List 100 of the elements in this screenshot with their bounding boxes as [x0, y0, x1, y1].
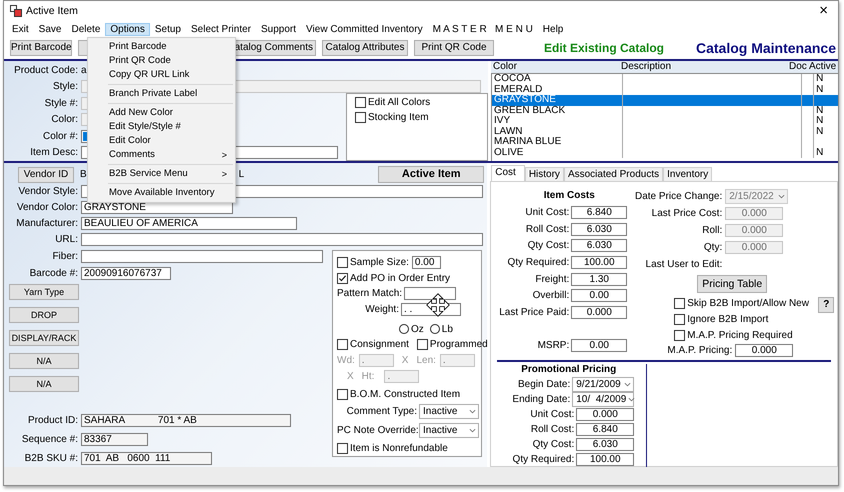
tab[interactable]: History	[524, 167, 564, 181]
side-button[interactable]: N/A	[9, 376, 79, 392]
menu-item[interactable]: Options	[105, 22, 150, 36]
vendor-id-button[interactable]: Vendor ID	[18, 166, 74, 183]
close-button[interactable]: ×	[815, 4, 832, 18]
menu-item[interactable]: Print QR Code	[88, 54, 235, 68]
side-button[interactable]: Yarn Type	[9, 284, 79, 300]
cost-field[interactable]: 0.000	[571, 306, 628, 319]
menu-item[interactable]: Add New Color	[88, 106, 235, 120]
dropdown[interactable]: Inactive	[419, 404, 479, 420]
checkbox[interactable]	[355, 97, 366, 108]
menu-item[interactable]: Edit Color	[88, 134, 235, 148]
pricing-table-button[interactable]: Pricing Table	[697, 275, 768, 293]
side-button[interactable]: DROP	[9, 306, 79, 323]
tab[interactable]: Cost	[491, 165, 525, 181]
menu-item[interactable]: Save	[34, 22, 66, 36]
text-field[interactable]: BEAULIEU OF AMERICA	[81, 217, 297, 230]
text-field[interactable]: 20090916076737	[81, 266, 171, 280]
field-label: Weight:	[364, 304, 399, 316]
radio-button[interactable]	[399, 324, 409, 334]
column-header: Color	[492, 61, 518, 73]
field-label: Date Price Change:	[634, 191, 722, 202]
menu-item[interactable]: Setup	[150, 22, 186, 36]
sample-size-field[interactable]: 0.00	[412, 256, 441, 270]
menu-item[interactable]: Exit	[7, 22, 34, 36]
list-row[interactable]: IVY N	[492, 116, 838, 126]
field-label: Roll Cost:	[526, 224, 570, 235]
vendor-id-value: B	[80, 169, 87, 180]
cost-field[interactable]: 0.000	[576, 408, 634, 420]
menu-item[interactable]: Delete	[66, 22, 106, 36]
checkbox[interactable]	[674, 314, 686, 325]
menu-item[interactable]: Print Barcode	[88, 40, 235, 54]
dropdown[interactable]: 10/ 4/2009	[572, 392, 634, 406]
field-label: Product Code:	[13, 64, 78, 76]
toolbar-button[interactable]: Catalog Attributes	[322, 40, 408, 56]
checkbox[interactable]	[674, 330, 686, 341]
map-pricing-field[interactable]: 0.000	[735, 344, 794, 357]
tab[interactable]: Associated Products	[564, 167, 664, 181]
cost-field[interactable]: 6.840	[571, 206, 628, 219]
checkbox[interactable]	[337, 389, 348, 400]
checkbox[interactable]	[337, 257, 348, 268]
cost-field[interactable]: 6.030	[571, 239, 628, 252]
cost-field[interactable]: 6.030	[571, 222, 628, 236]
checkbox[interactable]	[355, 112, 366, 123]
pattern-match-field[interactable]	[404, 287, 456, 300]
cost-field[interactable]: 1.30	[571, 272, 628, 286]
menu-item[interactable]: Support	[256, 22, 302, 36]
active-item-button[interactable]: Active Item	[378, 166, 484, 184]
section-title: Item Costs	[542, 189, 596, 203]
menu-item[interactable]: Branch Private Label	[88, 87, 235, 101]
price-field[interactable]: 0.000	[725, 241, 784, 254]
list-row[interactable]: MARINA BLUE	[492, 137, 838, 148]
column-header: Description	[620, 61, 672, 73]
checkbox[interactable]	[337, 272, 348, 284]
menu-item[interactable]: Edit Style/Style #	[88, 120, 235, 134]
checkbox[interactable]	[337, 442, 348, 454]
menu-item[interactable]: Copy QR URL Link	[88, 68, 235, 82]
cost-field[interactable]: 0.00	[571, 289, 628, 302]
menu-item[interactable]: Move Available Inventory	[88, 186, 235, 200]
cost-field[interactable]: 6.030	[576, 438, 634, 450]
field-label: Vendor Color:	[16, 202, 78, 213]
side-button[interactable]: N/A	[9, 352, 79, 369]
checkbox-label: B.O.M. Constructed Item	[350, 389, 460, 400]
checkbox[interactable]	[337, 339, 348, 350]
help-button[interactable]: ?	[818, 297, 834, 313]
list-row[interactable]: COCOA N	[492, 74, 838, 84]
side-button[interactable]: DISPLAY/RACK	[9, 330, 79, 346]
dropdown[interactable]: Inactive	[419, 423, 479, 438]
price-field[interactable]: 0.000	[725, 207, 784, 220]
checkbox[interactable]	[416, 339, 428, 350]
text-field[interactable]: 701 AB 0600 111	[81, 452, 212, 465]
toolbar-button[interactable]: Print Barcode	[10, 40, 72, 56]
list-row[interactable]: GREEN BLACK N	[492, 106, 838, 116]
cost-field[interactable]: 100.00	[571, 256, 628, 269]
toolbar-button[interactable]: Print QR Code	[414, 40, 494, 56]
text-field[interactable]	[81, 233, 483, 246]
menu-item[interactable]: Help	[538, 22, 568, 36]
list-row[interactable]: LAWN N	[492, 126, 838, 137]
menu-item[interactable]: B2B Service Menu >	[88, 167, 235, 181]
cost-field[interactable]: 0.00	[571, 338, 628, 352]
menu-item[interactable]: Comments >	[88, 148, 235, 162]
checkbox-label: Skip B2B Import/Allow New	[687, 298, 809, 309]
field-label: Last User to Edit:	[644, 259, 722, 270]
text-field[interactable]: SAHARA 701 * AB	[81, 414, 291, 427]
radio-button[interactable]	[430, 324, 440, 334]
menu-item[interactable]: View Committed Inventory	[301, 22, 428, 36]
menu-item[interactable]: Select Printer	[186, 22, 256, 36]
checkbox-label: Stocking Item	[368, 112, 429, 123]
menu-item[interactable]: M A S T E R M E N U	[428, 22, 538, 36]
tab[interactable]: Inventory	[663, 167, 712, 181]
text-field[interactable]	[81, 250, 323, 263]
cost-field[interactable]: 6.840	[576, 422, 634, 436]
list-row[interactable]: OLIVE N	[492, 148, 838, 158]
list-row[interactable]: GRAYSTONE	[492, 95, 838, 106]
cost-field[interactable]: 100.00	[576, 452, 634, 466]
price-field[interactable]: 0.000	[725, 224, 784, 237]
checkbox[interactable]	[674, 298, 686, 309]
text-field[interactable]: 83367	[81, 432, 148, 446]
field-label: M.A.P. Pricing:	[666, 345, 732, 356]
dropdown[interactable]: 9/21/2009	[572, 376, 634, 392]
